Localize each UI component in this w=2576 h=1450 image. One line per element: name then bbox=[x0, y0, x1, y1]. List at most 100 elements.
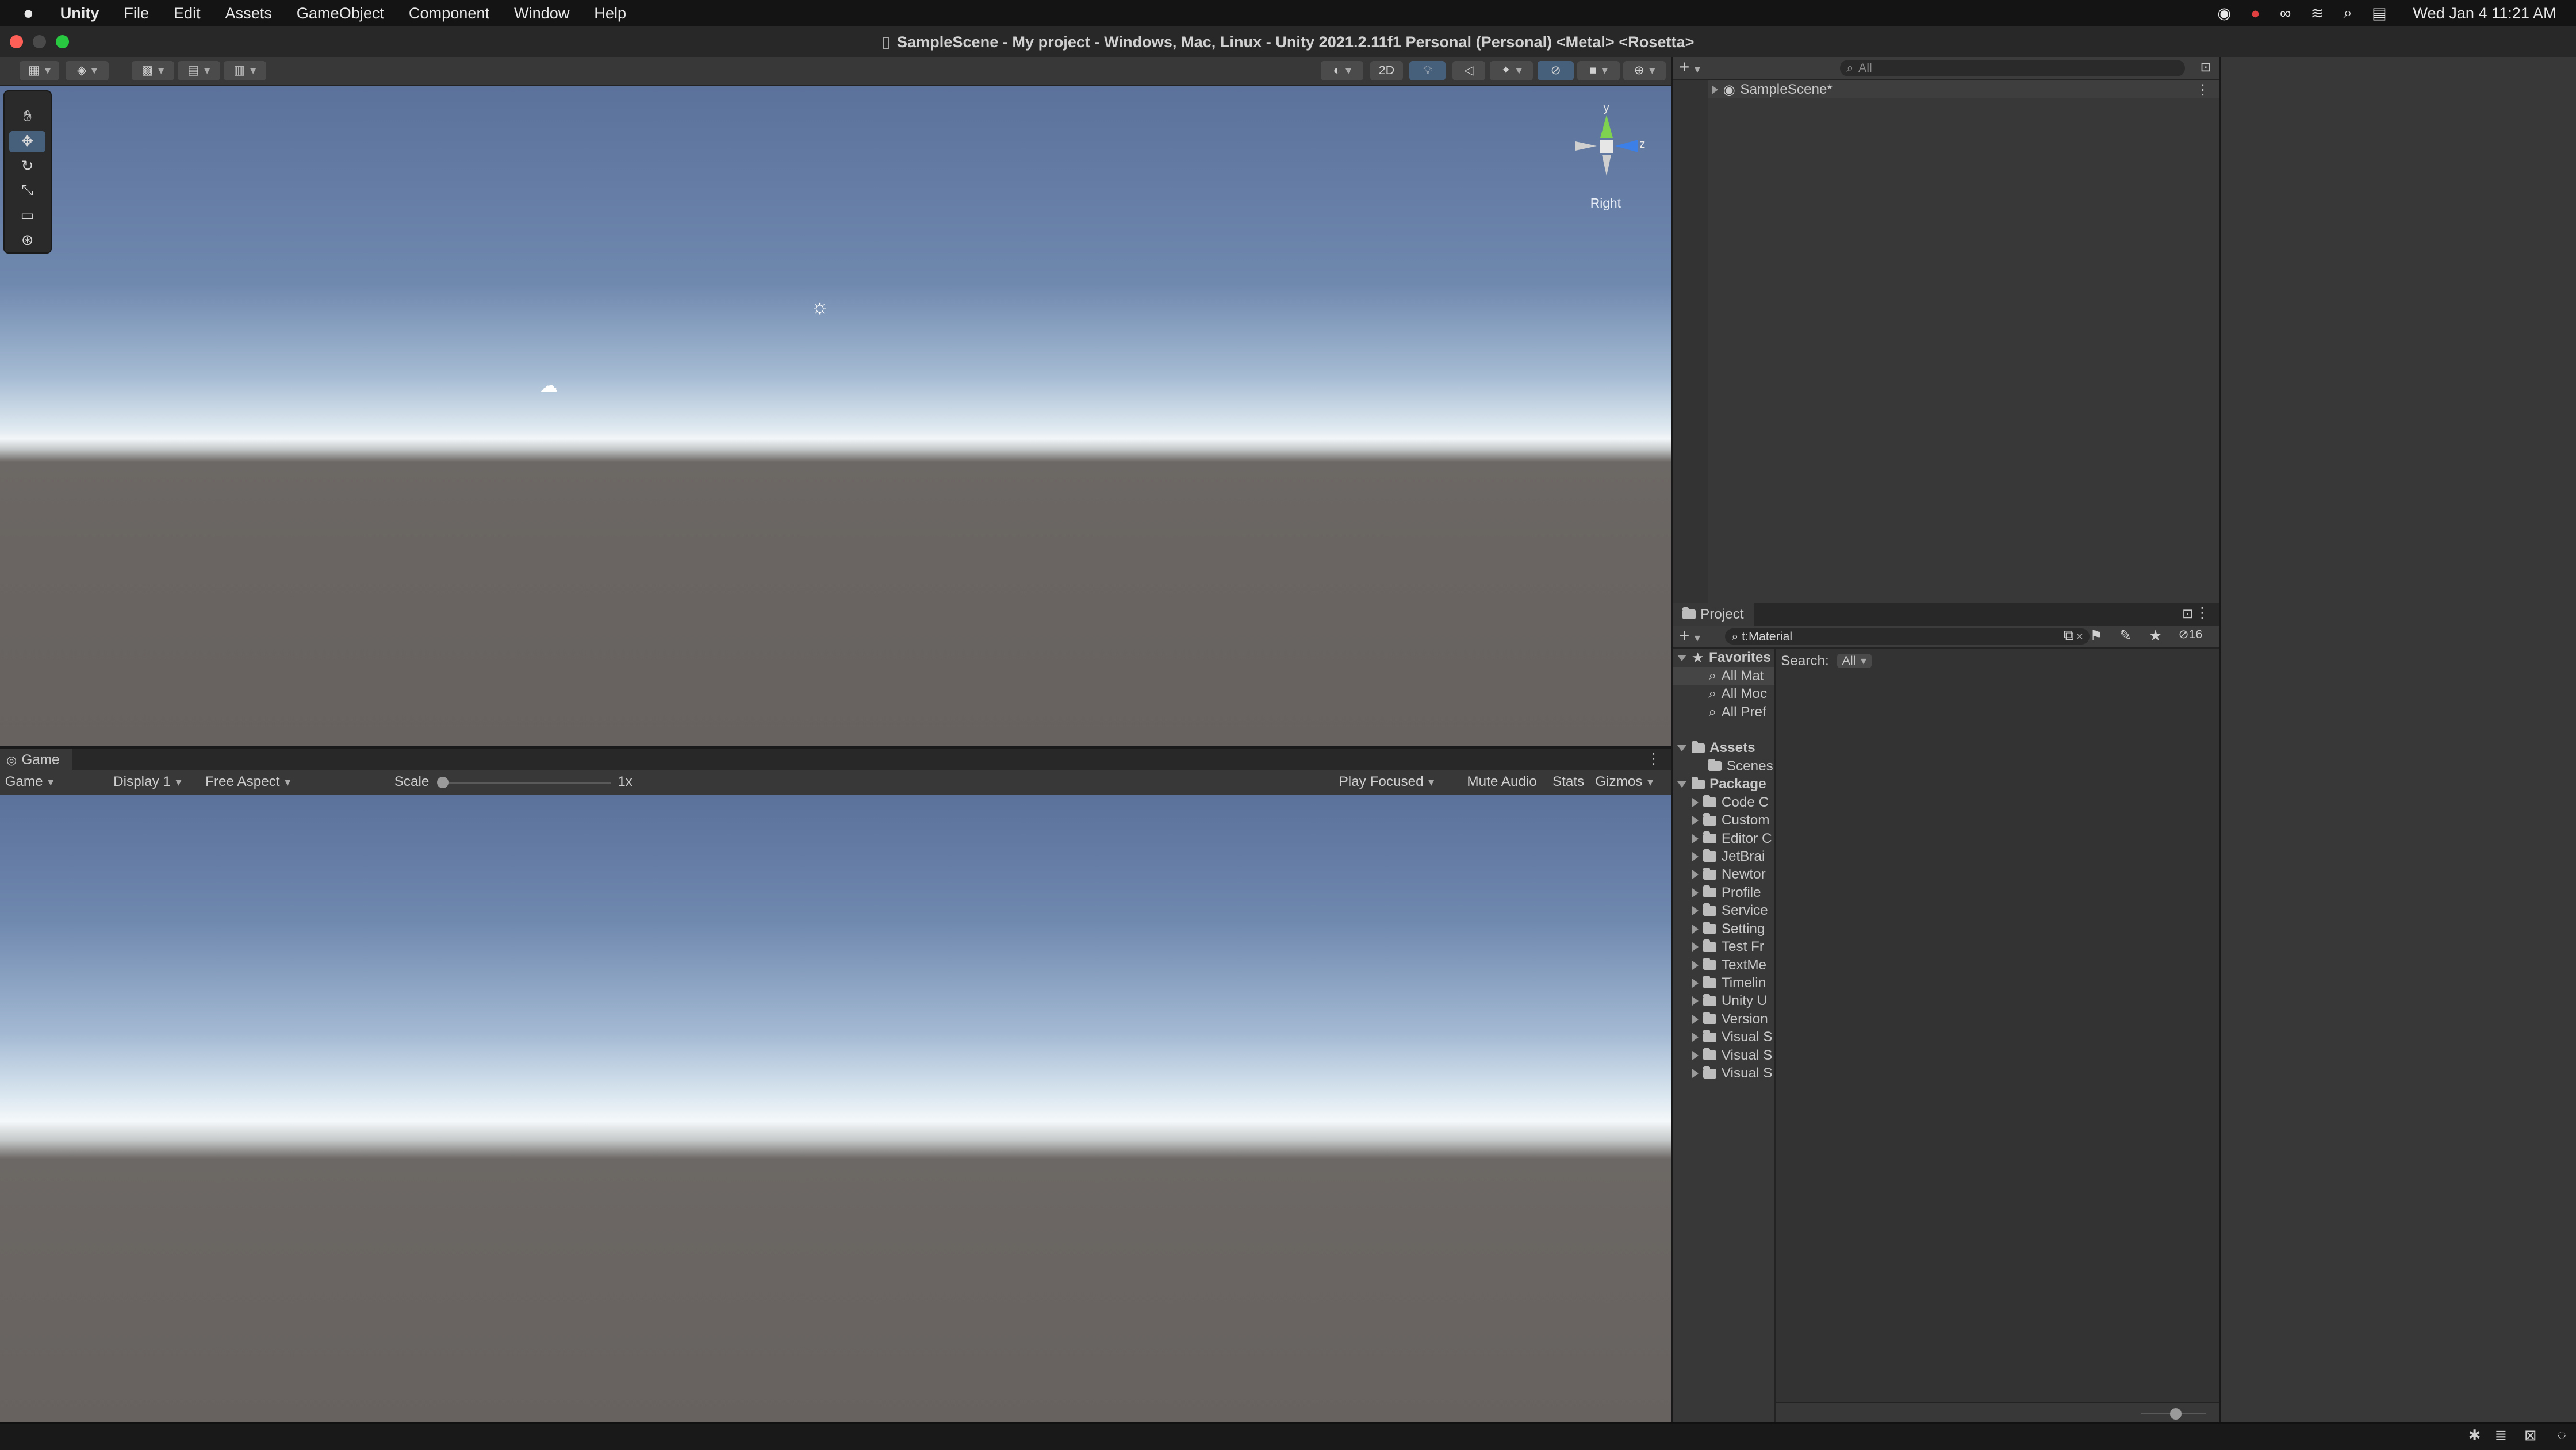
tree-package-item[interactable]: Service bbox=[1673, 902, 1768, 920]
audio-toggle-button[interactable]: ◁ bbox=[1452, 60, 1485, 80]
expand-arrow-icon[interactable] bbox=[1692, 816, 1699, 826]
gizmos-button[interactable]: ⊕ bbox=[1623, 60, 1666, 80]
tree-packages[interactable]: Package bbox=[1673, 776, 1766, 793]
transform-tool-icon[interactable]: ⊛ bbox=[9, 229, 45, 251]
creative-cloud-icon[interactable]: ∞ bbox=[2280, 4, 2291, 22]
game-view[interactable] bbox=[0, 795, 1671, 1423]
gizmo-axis-y-cone[interactable] bbox=[1600, 114, 1613, 138]
lock-icon[interactable]: ⊡ bbox=[2182, 606, 2193, 622]
search-icon[interactable]: ⌕ bbox=[2344, 3, 2352, 22]
scene-row-more-icon[interactable]: ⋮ bbox=[2196, 81, 2210, 98]
search-by-label-icon[interactable]: ⚑ bbox=[2090, 627, 2103, 645]
grid-snapping-button[interactable]: ▩ bbox=[131, 60, 174, 80]
hierarchy-search-input[interactable]: ⌕ All bbox=[1839, 60, 2185, 76]
hand-tool-icon[interactable]: ✋︎ bbox=[9, 106, 45, 128]
scene-visibility-button[interactable]: ⊘ bbox=[1538, 60, 1574, 80]
collapse-arrow-icon[interactable] bbox=[1677, 781, 1687, 788]
icon-size-slider[interactable] bbox=[2140, 1407, 2207, 1420]
tree-package-item[interactable]: Test Fr bbox=[1673, 938, 1764, 956]
tree-package-item[interactable]: Timelin bbox=[1673, 974, 1766, 992]
tree-assets[interactable]: Assets bbox=[1673, 739, 1755, 757]
layers-icon[interactable]: ≣ bbox=[2494, 1427, 2507, 1444]
search-scope-dropdown[interactable]: All bbox=[1837, 654, 1872, 669]
icon-size-slider-thumb[interactable] bbox=[2170, 1407, 2182, 1420]
tree-package-item[interactable]: Custom bbox=[1673, 811, 1769, 829]
expand-arrow-icon[interactable] bbox=[1692, 1014, 1699, 1024]
expand-arrow-icon[interactable] bbox=[1692, 960, 1699, 970]
tree-package-item[interactable]: JetBrai bbox=[1673, 847, 1765, 865]
tree-package-item[interactable]: Code C bbox=[1673, 793, 1769, 811]
draw-mode-button[interactable]: ◐ bbox=[1321, 60, 1364, 80]
cloud-gizmo-icon[interactable]: ☁ bbox=[535, 375, 562, 396]
tree-package-item[interactable]: TextMe bbox=[1673, 956, 1766, 974]
tab-project[interactable]: Project bbox=[1672, 603, 1755, 626]
expand-arrow-icon[interactable] bbox=[1692, 888, 1699, 897]
effects-button[interactable]: ✦ bbox=[1490, 60, 1533, 80]
project-search-input[interactable]: ⌕ t:Material × bbox=[1724, 628, 2090, 645]
expand-arrow-icon[interactable] bbox=[1692, 942, 1699, 952]
tree-package-item[interactable]: Version bbox=[1673, 1010, 1768, 1028]
scale-slider[interactable] bbox=[437, 777, 611, 789]
menu-file[interactable]: File bbox=[124, 4, 149, 22]
tab-game[interactable]: ◎ Game bbox=[0, 749, 72, 772]
minimize-button[interactable] bbox=[33, 35, 46, 49]
check-status-icon[interactable]: ◌ bbox=[2558, 1427, 2566, 1444]
scene-tool-settings-button[interactable]: ▦ bbox=[20, 60, 59, 80]
expand-arrow-icon[interactable] bbox=[1692, 978, 1699, 988]
mute-audio-toggle[interactable]: Mute Audio bbox=[1467, 774, 1536, 790]
maximize-button[interactable] bbox=[56, 35, 69, 49]
tree-favorites[interactable]: ★ Favorites bbox=[1673, 649, 1771, 667]
recording-icon[interactable]: ● bbox=[2251, 4, 2260, 22]
expand-arrow-icon[interactable] bbox=[1692, 1050, 1699, 1060]
expand-arrow-icon[interactable] bbox=[1692, 797, 1699, 807]
snap-settings-button[interactable]: ▥ bbox=[223, 60, 266, 80]
expand-arrow-icon[interactable] bbox=[1692, 906, 1699, 916]
clock[interactable]: Wed Jan 4 11:21 AM bbox=[2413, 4, 2556, 22]
camera-settings-button[interactable]: ■ bbox=[1577, 60, 1620, 80]
tree-folder-item[interactable]: Scenes bbox=[1673, 757, 1773, 775]
tree-package-item[interactable]: Visual S bbox=[1673, 1029, 1772, 1046]
save-search-icon[interactable]: ✎ bbox=[2119, 627, 2132, 645]
search-by-type-icon[interactable]: ⧉ bbox=[2064, 627, 2074, 645]
menu-gameobject[interactable]: GameObject bbox=[297, 4, 384, 22]
hidden-packages-toggle[interactable]: ⊘16 bbox=[2179, 627, 2203, 642]
apple-icon[interactable]: ● bbox=[23, 3, 34, 24]
close-button[interactable] bbox=[10, 35, 23, 49]
move-tool-icon[interactable]: ✥ bbox=[9, 131, 46, 152]
tree-favorite-item[interactable]: ⌕ All Mat bbox=[1672, 666, 1774, 685]
gizmo-view-label[interactable]: Right bbox=[1590, 195, 1621, 211]
gizmo-axis-neg-z-cone[interactable] bbox=[1575, 141, 1597, 151]
scale-tool-icon[interactable]: ⤡ bbox=[9, 180, 45, 201]
expand-arrow-icon[interactable] bbox=[1692, 1033, 1699, 1042]
network-off-icon[interactable]: ⊠ bbox=[2524, 1427, 2537, 1444]
scale-slider-thumb[interactable] bbox=[437, 777, 448, 789]
bug-icon[interactable]: ✱ bbox=[2468, 1427, 2481, 1444]
expand-arrow-icon[interactable] bbox=[1712, 85, 1719, 94]
tree-package-item[interactable]: Visual S bbox=[1673, 1046, 1772, 1064]
clear-search-icon[interactable]: × bbox=[2076, 630, 2083, 644]
play-focused-dropdown[interactable]: Play Focused bbox=[1339, 774, 1459, 790]
scene-sun-light-gizmo[interactable]: ☼ bbox=[808, 296, 831, 319]
scene-view-options-button[interactable]: ◈ bbox=[66, 60, 109, 80]
tree-package-item[interactable]: Editor C bbox=[1673, 830, 1772, 847]
menu-edit[interactable]: Edit bbox=[174, 4, 201, 22]
orientation-gizmo[interactable]: y z Right bbox=[1561, 94, 1656, 222]
game-panel-more-icon[interactable]: ⋮ bbox=[1646, 750, 1661, 768]
expand-arrow-icon[interactable] bbox=[1692, 924, 1699, 934]
expand-arrow-icon[interactable] bbox=[1692, 1069, 1699, 1079]
expand-arrow-icon[interactable] bbox=[1692, 834, 1699, 843]
create-plus-icon[interactable]: + bbox=[1679, 57, 1700, 79]
hierarchy-lock-icon[interactable]: ⊡ bbox=[2201, 59, 2211, 75]
wifi-icon[interactable]: ≋ bbox=[2311, 4, 2324, 22]
star-icon[interactable]: ★ bbox=[2149, 627, 2162, 645]
scene-view[interactable]: ☼ ☁ y z Right bbox=[0, 85, 1671, 746]
gizmo-axis-neg-y-cone[interactable] bbox=[1601, 154, 1611, 176]
gizmo-axis-z-cone[interactable] bbox=[1615, 139, 1638, 152]
lighting-toggle-button[interactable]: 💡︎ bbox=[1409, 60, 1446, 80]
tree-package-item[interactable]: Profile bbox=[1673, 884, 1761, 902]
tree-package-item[interactable]: Newtor bbox=[1673, 866, 1766, 884]
menu-app-unity[interactable]: Unity bbox=[60, 4, 99, 22]
collapse-arrow-icon[interactable] bbox=[1677, 745, 1687, 751]
menu-assets[interactable]: Assets bbox=[225, 4, 272, 22]
hierarchy-scene-row[interactable]: ◉ SampleScene* ⋮ bbox=[1708, 80, 2220, 99]
